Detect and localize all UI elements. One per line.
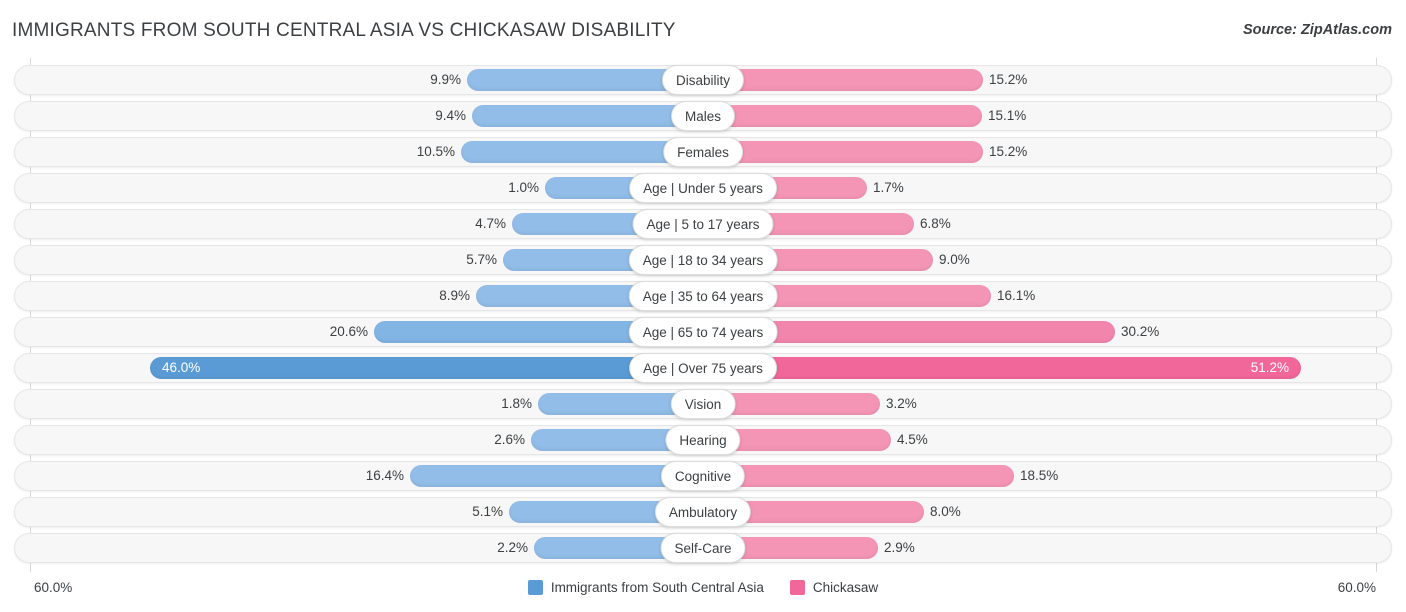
chart-row-inner: 10.5% 15.2% Females (15, 137, 1391, 167)
value-label-chickasaw: 15.1% (988, 108, 1027, 123)
legend-item[interactable]: Chickasaw (789, 580, 879, 595)
chart-row: 5.1% 8.0% Ambulatory (14, 497, 1392, 527)
chart-row-inner: 5.7% 9.0% Age | 18 to 34 years (15, 245, 1391, 275)
chart-row: 9.9% 15.2% Disability (14, 65, 1392, 95)
value-label-immigrants: 1.0% (508, 180, 539, 195)
bar-chickasaw (703, 141, 983, 163)
chart-legend: Immigrants from South Central Asia Chicka… (0, 580, 1406, 595)
category-label-pill: Cognitive (660, 461, 746, 491)
value-label-chickasaw: 15.2% (989, 144, 1028, 159)
category-label-pill: Age | 18 to 34 years (628, 245, 778, 275)
chart-row: 8.9% 16.1% Age | 35 to 64 years (14, 281, 1392, 311)
category-label-pill: Hearing (665, 425, 741, 455)
value-label-chickasaw: 4.5% (897, 432, 928, 447)
bar-chickasaw (703, 465, 1014, 487)
chart-row: 20.6% 30.2% Age | 65 to 74 years (14, 317, 1392, 347)
category-label-pill: Vision (670, 389, 736, 419)
axis-gridline-left (30, 58, 31, 572)
value-label-immigrants: 2.2% (497, 540, 528, 555)
value-label-immigrants: 46.0% (162, 360, 201, 375)
axis-gridline-right (1376, 58, 1377, 572)
legend-swatch-icon (527, 580, 543, 595)
value-label-chickasaw: 2.9% (884, 540, 915, 555)
legend-swatch-icon (789, 580, 805, 595)
chart-row: 9.4% 15.1% Males (14, 101, 1392, 131)
category-label-pill: Age | 35 to 64 years (628, 281, 778, 311)
value-label-immigrants: 9.4% (435, 108, 466, 123)
chart-plot-area: 9.9% 15.2% Disability 9.4% 15.1% Males 10.5% 15… (0, 58, 1406, 572)
value-label-immigrants: 8.9% (439, 288, 470, 303)
value-label-chickasaw: 30.2% (1121, 324, 1160, 339)
chart-row: 2.2% 2.9% Self-Care (14, 533, 1392, 563)
chart-row: 5.7% 9.0% Age | 18 to 34 years (14, 245, 1392, 275)
chart-row-inner: 20.6% 30.2% Age | 65 to 74 years (15, 317, 1391, 347)
category-label-pill: Disability (661, 65, 745, 95)
chart-header: IMMIGRANTS FROM SOUTH CENTRAL ASIA VS CH… (0, 0, 1406, 56)
category-label-pill: Age | 5 to 17 years (632, 209, 774, 239)
chart-row-inner: 16.4% 18.5% Cognitive (15, 461, 1391, 491)
value-label-chickasaw: 15.2% (989, 72, 1028, 87)
value-label-chickasaw: 51.2% (1250, 360, 1289, 375)
value-label-chickasaw: 18.5% (1020, 468, 1059, 483)
category-label-pill: Age | Under 5 years (629, 173, 777, 203)
bar-chickasaw (703, 105, 982, 127)
value-label-immigrants: 20.6% (329, 324, 368, 339)
bar-immigrants-south-central-asia (410, 465, 703, 487)
category-label-pill: Ambulatory (654, 497, 752, 527)
value-label-immigrants: 5.1% (472, 504, 503, 519)
chart-row-inner: 9.4% 15.1% Males (15, 101, 1391, 131)
chart-row-inner: 4.7% 6.8% Age | 5 to 17 years (15, 209, 1391, 239)
value-label-chickasaw: 8.0% (930, 504, 961, 519)
chart-row-inner: 5.1% 8.0% Ambulatory (15, 497, 1391, 527)
chart-row-inner: 2.6% 4.5% Hearing (15, 425, 1391, 455)
value-label-chickasaw: 6.8% (920, 216, 951, 231)
legend-label: Immigrants from South Central Asia (550, 580, 764, 595)
value-label-immigrants: 2.6% (494, 432, 525, 447)
value-label-chickasaw: 9.0% (939, 252, 970, 267)
chart-row-inner: 9.9% 15.2% Disability (15, 65, 1391, 95)
chart-row: 16.4% 18.5% Cognitive (14, 461, 1392, 491)
category-label-pill: Self-Care (660, 533, 746, 563)
chart-row: 10.5% 15.2% Females (14, 137, 1392, 167)
category-label-pill: Age | 65 to 74 years (628, 317, 778, 347)
category-label-pill: Females (663, 137, 743, 167)
chart-row: 2.6% 4.5% Hearing (14, 425, 1392, 455)
chart-row: 46.0% 51.2% Age | Over 75 years (14, 353, 1392, 383)
chart-row: 1.8% 3.2% Vision (14, 389, 1392, 419)
value-label-immigrants: 10.5% (416, 144, 455, 159)
value-label-chickasaw: 3.2% (886, 396, 917, 411)
value-label-immigrants: 1.8% (501, 396, 532, 411)
page-title: IMMIGRANTS FROM SOUTH CENTRAL ASIA VS CH… (12, 20, 676, 41)
chart-row: 4.7% 6.8% Age | 5 to 17 years (14, 209, 1392, 239)
bar-immigrants-south-central-asia (472, 105, 703, 127)
chart-footer: 60.0% 60.0% Immigrants from South Centra… (0, 572, 1406, 612)
chart-row-inner: 2.2% 2.9% Self-Care (15, 533, 1391, 563)
value-label-immigrants: 5.7% (466, 252, 497, 267)
chart-row: 1.0% 1.7% Age | Under 5 years (14, 173, 1392, 203)
category-label-pill: Males (670, 101, 736, 131)
axis-label-left: 60.0% (34, 580, 73, 595)
legend-item[interactable]: Immigrants from South Central Asia (527, 580, 764, 595)
chart-row-inner: 1.0% 1.7% Age | Under 5 years (15, 173, 1391, 203)
source-attribution: Source: ZipAtlas.com (1242, 22, 1392, 38)
chart-row-inner: 8.9% 16.1% Age | 35 to 64 years (15, 281, 1391, 311)
value-label-immigrants: 4.7% (475, 216, 506, 231)
category-label-pill: Age | Over 75 years (629, 353, 777, 383)
axis-label-right: 60.0% (1337, 580, 1376, 595)
value-label-immigrants: 16.4% (365, 468, 404, 483)
value-label-chickasaw: 1.7% (873, 180, 904, 195)
chart-row-inner: 46.0% 51.2% Age | Over 75 years (15, 353, 1391, 383)
bar-chickasaw (703, 69, 983, 91)
value-label-chickasaw: 16.1% (997, 288, 1036, 303)
legend-label: Chickasaw (812, 580, 879, 595)
value-label-immigrants: 9.9% (430, 72, 461, 87)
chart-row-inner: 1.8% 3.2% Vision (15, 389, 1391, 419)
